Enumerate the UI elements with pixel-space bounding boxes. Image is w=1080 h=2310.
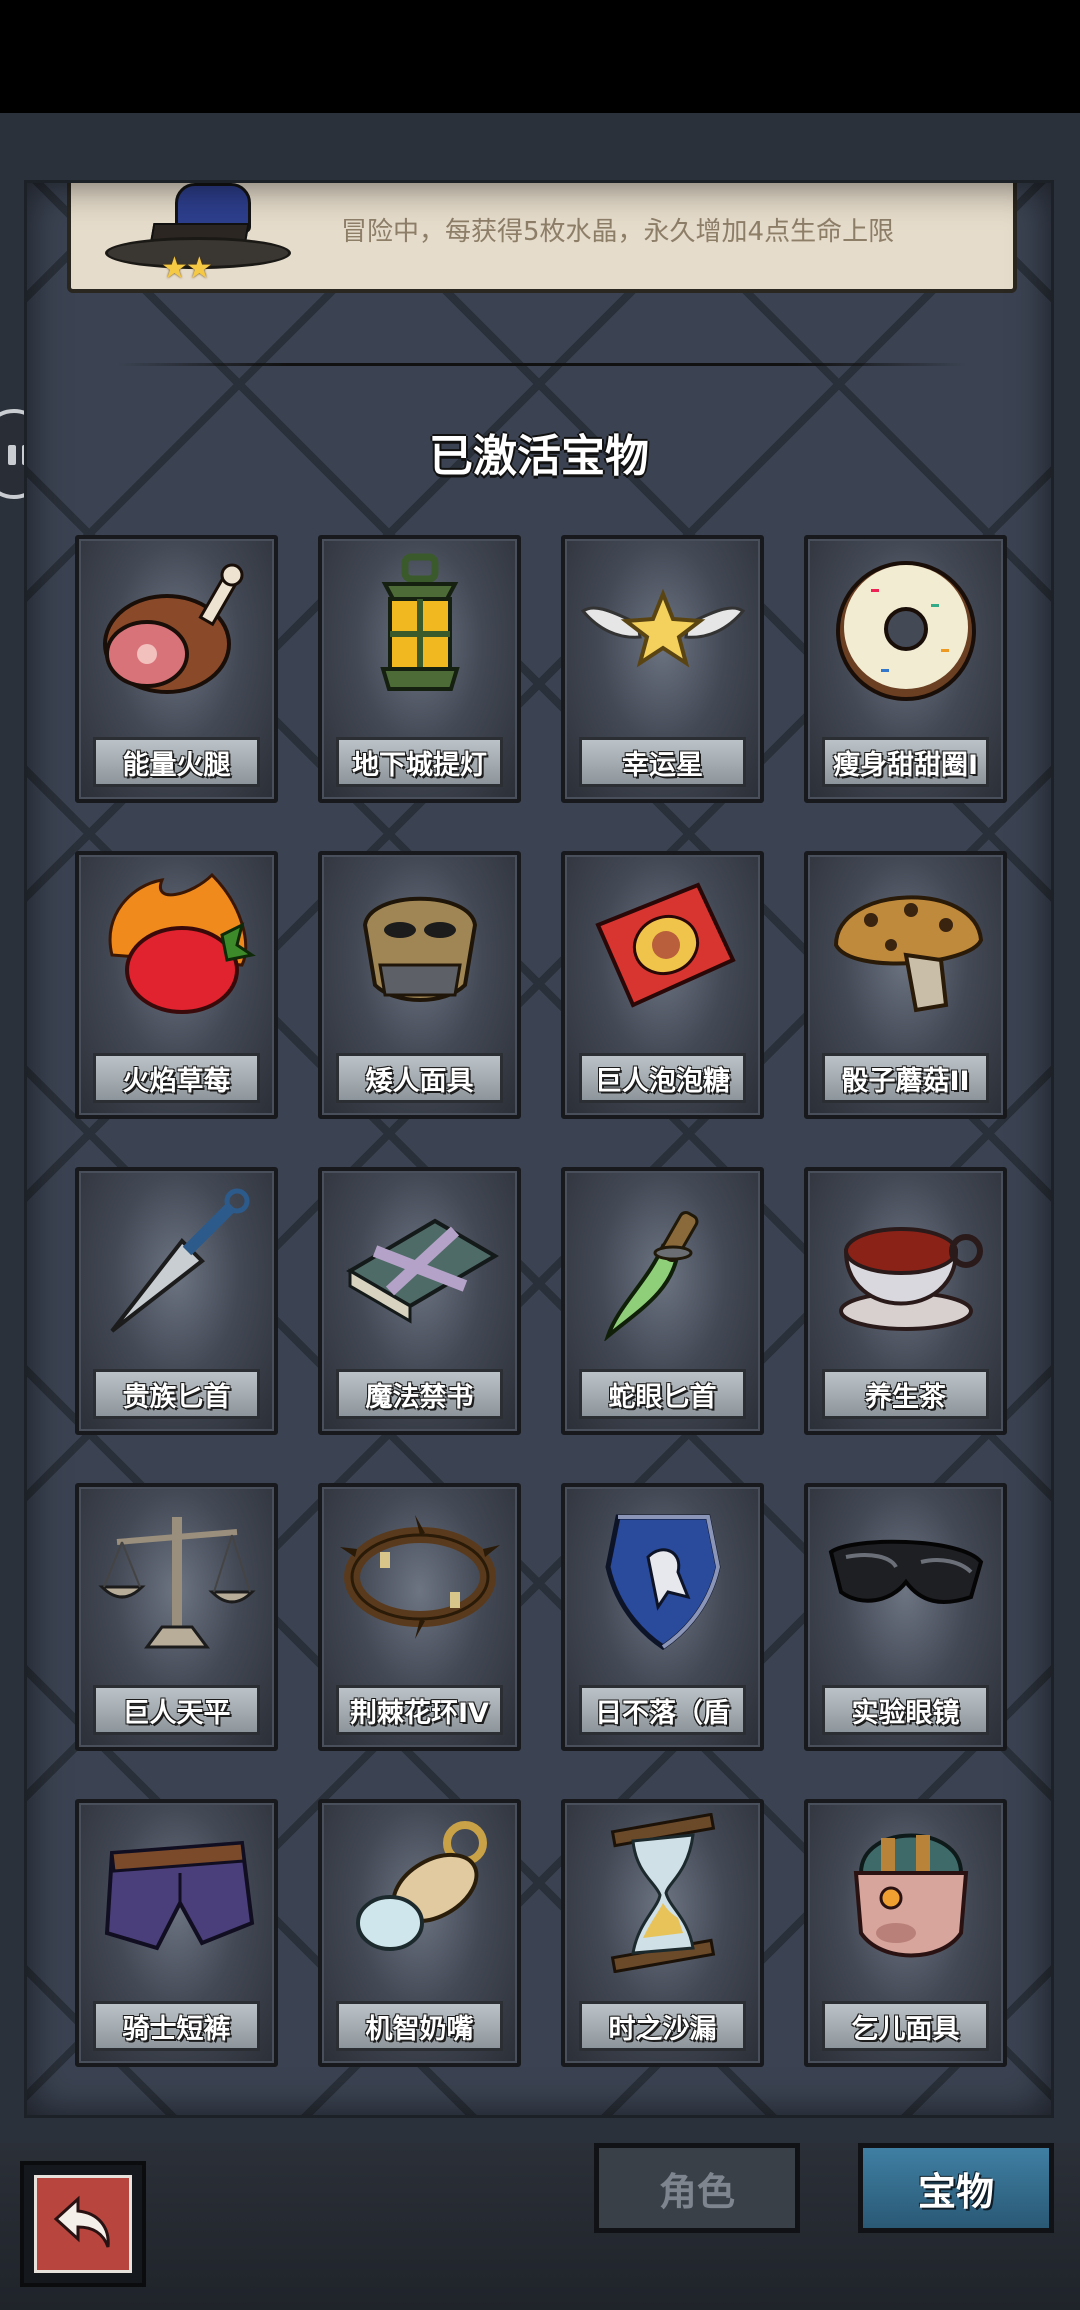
donut-icon [808, 539, 1003, 719]
goggles-icon [808, 1487, 1003, 1667]
treasure-label: 贵族匕首 [93, 1369, 260, 1419]
treasure-label: 荆棘花环IV [336, 1685, 503, 1735]
hourglass-icon [565, 1803, 760, 1983]
treasure-label: 巨人天平 [93, 1685, 260, 1735]
treasure-card-noble-dagger[interactable]: 贵族匕首 [75, 1167, 278, 1435]
back-arrow-icon [34, 2175, 132, 2273]
treasure-label: 乞儿面具 [822, 2001, 989, 2051]
treasure-card-witty-pacifier[interactable]: 机智奶嘴 [318, 1799, 521, 2067]
curved-dagger-icon [565, 1171, 760, 1351]
winged-star-icon [565, 539, 760, 719]
scales-icon [79, 1487, 274, 1667]
treasure-card-lab-goggles[interactable]: 实验眼镜 [804, 1483, 1007, 1751]
treasure-label: 巨人泡泡糖 [579, 1053, 746, 1103]
treasure-card-health-tea[interactable]: 养生茶 [804, 1167, 1007, 1435]
treasure-label: 实验眼镜 [822, 1685, 989, 1735]
treasure-card-snake-eye-dagger[interactable]: 蛇眼匕首 [561, 1167, 764, 1435]
kunai-icon [79, 1171, 274, 1351]
treasure-label: 蛇眼匕首 [579, 1369, 746, 1419]
treasure-label: 矮人面具 [336, 1053, 503, 1103]
treasure-card-thorn-wreath[interactable]: 荆棘花环IV [318, 1483, 521, 1751]
treasure-card-flaming-strawberry[interactable]: 火焰草莓 [75, 851, 278, 1119]
treasure-card-lantern[interactable]: 地下城提灯 [318, 535, 521, 803]
treasure-label: 时之沙漏 [579, 2001, 746, 2051]
thorn-wreath-icon [322, 1487, 517, 1667]
teacup-icon [808, 1171, 1003, 1351]
tab-role[interactable]: 角色 [594, 2143, 800, 2233]
treasure-label: 能量火腿 [93, 737, 260, 787]
star-rating: ★★ [161, 251, 213, 286]
lantern-icon [322, 539, 517, 719]
beggar-mask-icon [808, 1803, 1003, 1983]
character-ability-text: 冒险中，每获得5枚水晶，永久增加4点生命上限 [341, 217, 895, 247]
back-button[interactable] [20, 2161, 146, 2287]
bubblegum-box-icon [565, 855, 760, 1035]
treasure-card-sun-never-sets-shield[interactable]: 日不落（盾 [561, 1483, 764, 1751]
treasure-label: 养生茶 [822, 1369, 989, 1419]
section-title: 已激活宝物 [429, 431, 649, 482]
tab-treasure[interactable]: 宝物 [858, 2143, 1054, 2233]
treasure-label: 骑士短裤 [93, 2001, 260, 2051]
treasure-card-knight-shorts[interactable]: 骑士短裤 [75, 1799, 278, 2067]
flaming-strawberry-icon [79, 855, 274, 1035]
treasure-card-forbidden-book[interactable]: 魔法禁书 [318, 1167, 521, 1435]
treasure-label: 魔法禁书 [336, 1369, 503, 1419]
shield-icon [565, 1487, 760, 1667]
treasure-label: 瘦身甜甜圈I [822, 737, 989, 787]
treasure-label: 幸运星 [579, 737, 746, 787]
treasure-card-dwarf-mask[interactable]: 矮人面具 [318, 851, 521, 1119]
bottom-nav-bar: 角色 宝物 [0, 2143, 1080, 2310]
treasure-card-beggar-mask[interactable]: 乞儿面具 [804, 1799, 1007, 2067]
section-divider [117, 363, 967, 366]
dice-mushroom-icon [808, 855, 1003, 1035]
treasure-grid: 能量火腿 地下城提灯 幸运星 瘦身甜甜圈I 火焰草莓 矮人面具 巨人泡泡糖 骰子… [75, 535, 1007, 2067]
treasure-label: 日不落（盾 [579, 1685, 746, 1735]
treasure-card-giant-scales[interactable]: 巨人天平 [75, 1483, 278, 1751]
treasure-label: 骰子蘑菇II [822, 1053, 989, 1103]
treasure-card-ham[interactable]: 能量火腿 [75, 535, 278, 803]
treasure-card-hourglass[interactable]: 时之沙漏 [561, 1799, 764, 2067]
treasure-card-donut[interactable]: 瘦身甜甜圈I [804, 535, 1007, 803]
treasure-card-lucky-star[interactable]: 幸运星 [561, 535, 764, 803]
character-info-card: ★★ 冒险中，每获得5枚水晶，永久增加4点生命上限 [67, 183, 1017, 293]
pacifier-icon [322, 1803, 517, 1983]
forbidden-book-icon [322, 1171, 517, 1351]
ham-icon [79, 539, 274, 719]
shorts-icon [79, 1803, 274, 1983]
status-bar-area [0, 0, 1080, 113]
treasure-label: 火焰草莓 [93, 1053, 260, 1103]
treasure-label: 地下城提灯 [336, 737, 503, 787]
treasure-panel: ★★ 冒险中，每获得5枚水晶，永久增加4点生命上限 已激活宝物 能量火腿 地下城… [24, 180, 1054, 2118]
dwarf-mask-icon [322, 855, 517, 1035]
treasure-card-bubblegum[interactable]: 巨人泡泡糖 [561, 851, 764, 1119]
treasure-label: 机智奶嘴 [336, 2001, 503, 2051]
treasure-card-dice-mushroom[interactable]: 骰子蘑菇II [804, 851, 1007, 1119]
